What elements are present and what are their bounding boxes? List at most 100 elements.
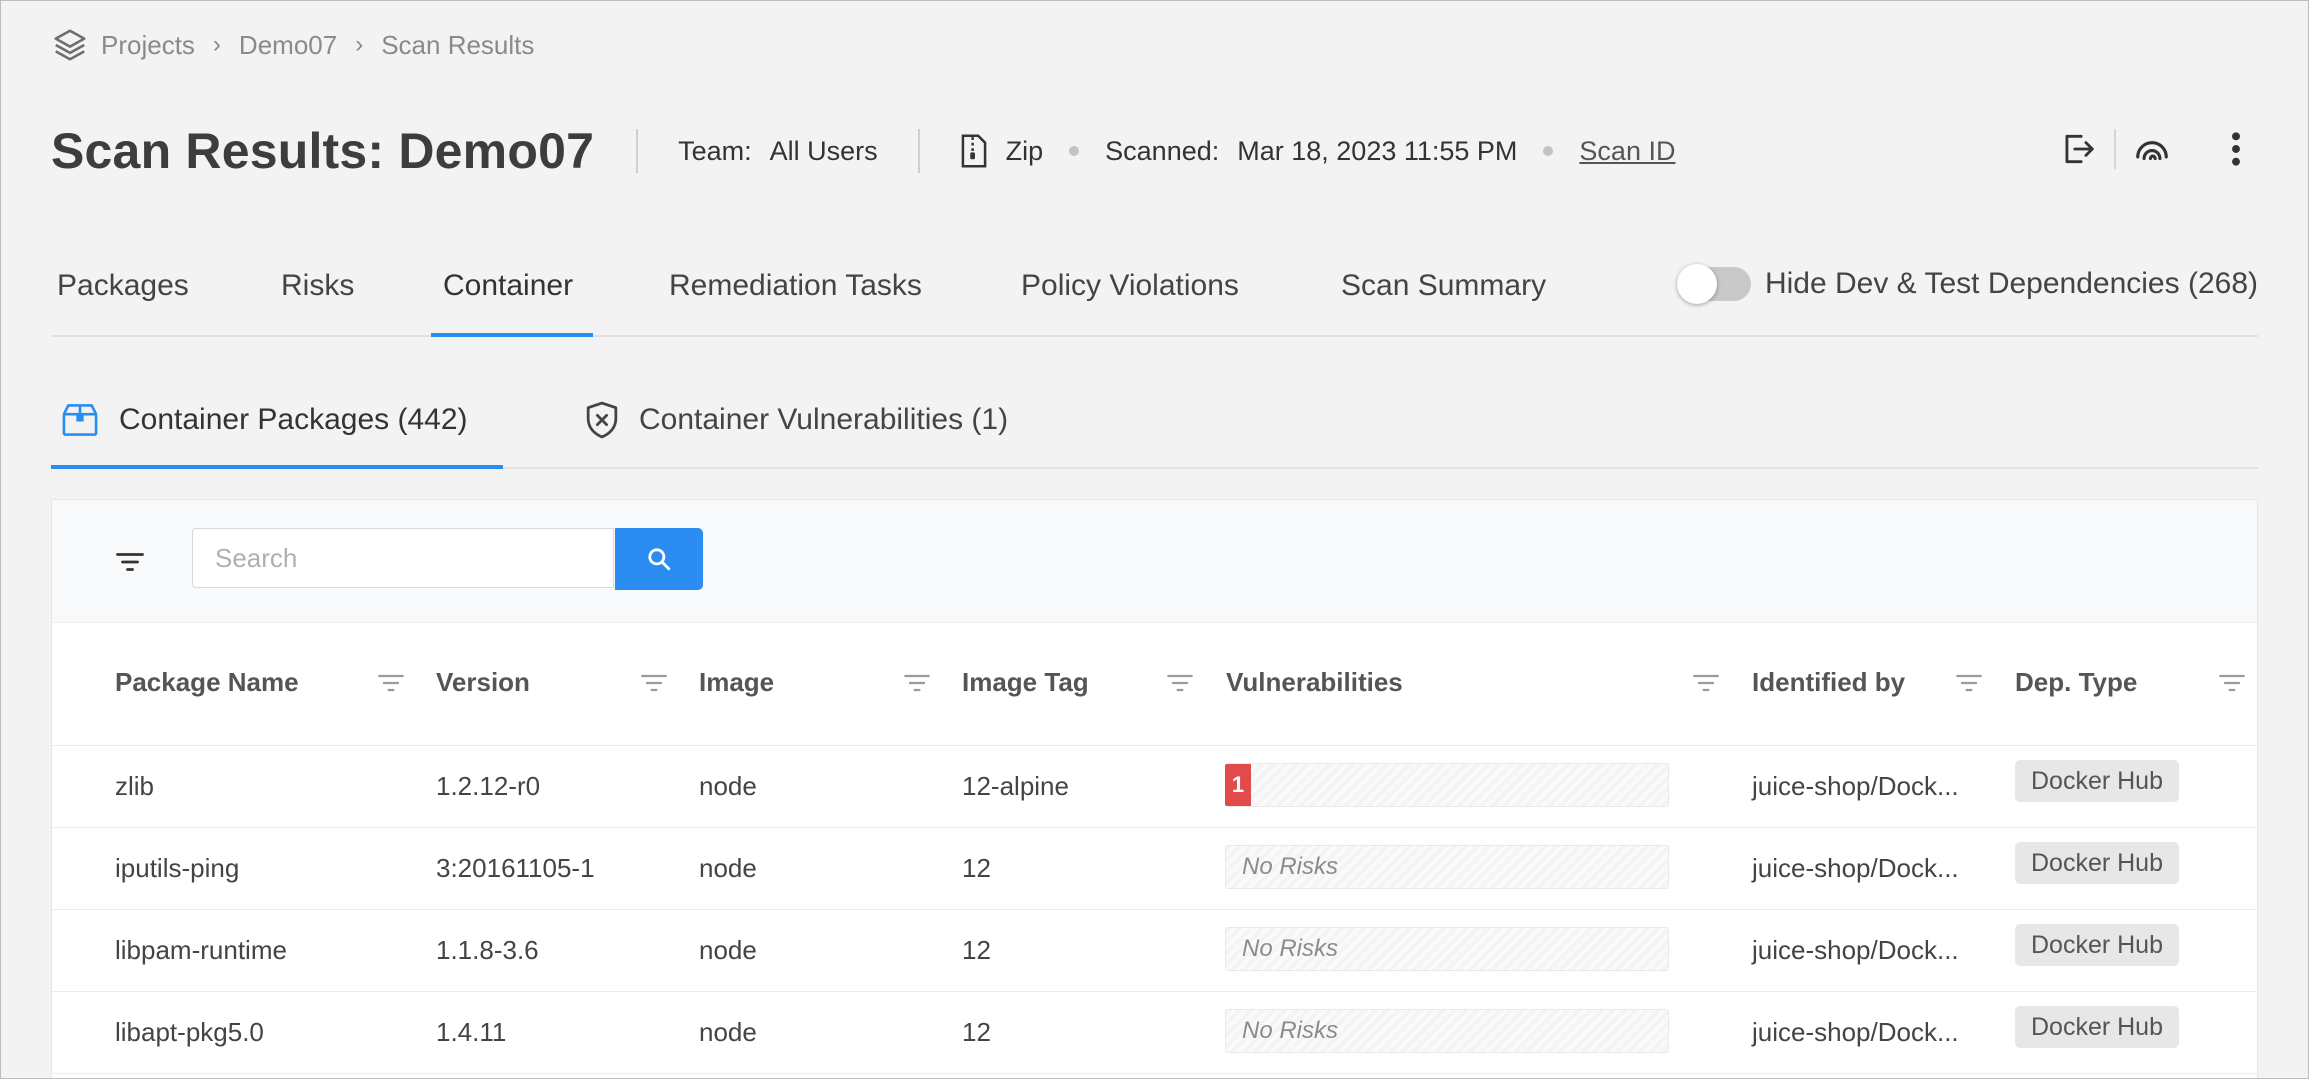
hide-dev-deps-control: Hide Dev & Test Dependencies (268) (1676, 264, 2258, 304)
column-header-identified-by[interactable]: Identified by (1752, 667, 1905, 698)
divider (2114, 129, 2116, 169)
package-name-cell[interactable]: libapt-pkg5.0 (115, 1017, 264, 1048)
critical-count-segment: 1 (1225, 764, 1251, 806)
identified-by-cell: juice-shop/Dock... (1752, 935, 1959, 965)
table-header: Package Name Version Image Image Tag Vul… (52, 623, 2257, 746)
image-cell: node (699, 1017, 757, 1047)
filter-button[interactable] (112, 544, 148, 580)
image-cell: node (699, 935, 757, 965)
team-info: Team: All Users (678, 136, 878, 167)
breadcrumb-current: Scan Results (381, 29, 535, 60)
column-header-package-name[interactable]: Package Name (115, 667, 299, 698)
header-actions (2056, 127, 2258, 171)
identified-by-cell: juice-shop/Dock... (1752, 1017, 1959, 1047)
export-icon (2065, 134, 2094, 164)
column-filter-icon[interactable] (377, 671, 405, 695)
image-tag-cell: 12 (962, 853, 991, 883)
column-filter-icon[interactable] (1166, 671, 1194, 695)
dep-type-badge: Docker Hub (2015, 924, 2179, 966)
shield-x-icon (586, 401, 618, 439)
hide-dev-deps-toggle[interactable] (1676, 264, 1751, 304)
tab-packages[interactable]: Packages (57, 269, 189, 303)
package-name-cell[interactable]: iputils-ping (115, 853, 239, 884)
table-row[interactable]: iputils-ping 3:20161105-1 node 12 No Ris… (52, 828, 2257, 910)
vulnerability-bar[interactable]: No Risks (1225, 927, 1669, 971)
hide-dev-deps-label: Hide Dev & Test Dependencies (268) (1764, 267, 2258, 300)
team-value: All Users (769, 135, 878, 166)
no-risks-label: No Risks (1242, 1017, 1339, 1044)
column-header-image-tag[interactable]: Image Tag (962, 667, 1089, 698)
version-cell: 1.4.11 (436, 1017, 507, 1047)
image-tag-cell: 12 (962, 935, 991, 965)
version-cell: 1.1.8-3.6 (436, 935, 539, 965)
search-button[interactable] (615, 528, 703, 590)
column-header-vulnerabilities[interactable]: Vulnerabilities (1226, 667, 1403, 698)
team-label: Team: (678, 135, 752, 166)
subtab-container-packages-label: Container Packages (442) (119, 403, 468, 436)
search-icon (648, 548, 671, 571)
zip-file-icon (961, 134, 986, 168)
table-row[interactable]: zlib 1.2.12-r0 node 12-alpine 1 juice-sh… (52, 746, 2257, 828)
divider (636, 129, 639, 173)
column-header-image[interactable]: Image (699, 667, 774, 698)
container-subtabs: Container Packages (442) Container Vulne… (51, 385, 2258, 469)
dep-type-badge: Docker Hub (2015, 760, 2179, 802)
image-cell: node (699, 771, 757, 801)
tab-container[interactable]: Container (443, 269, 573, 303)
table-row[interactable]: libapt-pkg5.0 1.4.11 node 12 No Risks ju… (52, 992, 2257, 1074)
breadcrumb-projects[interactable]: Projects (101, 30, 195, 61)
image-tag-cell: 12-alpine (962, 771, 1069, 801)
page-title: Scan Results: Demo07 (51, 123, 595, 179)
column-header-version[interactable]: Version (436, 667, 530, 698)
layers-icon (54, 29, 86, 61)
scan-meta: Zip Scanned: Mar 18, 2023 11:55 PM Scan … (960, 133, 1675, 169)
filter-icon (116, 553, 144, 571)
column-filter-icon[interactable] (1692, 671, 1720, 695)
scan-button[interactable] (2130, 127, 2174, 171)
version-cell: 1.2.12-r0 (436, 771, 541, 801)
more-options-button[interactable] (2214, 127, 2258, 171)
vulnerability-bar[interactable]: 1 (1225, 763, 1669, 807)
no-risks-label: No Risks (1242, 853, 1339, 880)
column-filter-icon[interactable] (2218, 671, 2246, 695)
version-cell: 3:20161105-1 (436, 853, 595, 883)
subtab-container-vulnerabilities[interactable]: Container Vulnerabilities (1) (585, 395, 1008, 445)
dep-type-badge: Docker Hub (2015, 842, 2179, 884)
tab-remediation-tasks[interactable]: Remediation Tasks (669, 269, 922, 303)
tab-risks[interactable]: Risks (281, 269, 354, 303)
package-name-cell[interactable]: zlib (115, 771, 154, 802)
column-filter-icon[interactable] (903, 671, 931, 695)
package-box-icon (62, 404, 98, 436)
breadcrumb-project[interactable]: Demo07 (239, 30, 337, 61)
package-name-cell[interactable]: libpam-runtime (115, 935, 287, 966)
column-header-dep-type[interactable]: Dep. Type (2015, 667, 2137, 698)
source-type: Zip (1005, 135, 1044, 166)
tab-policy-violations[interactable]: Policy Violations (1021, 269, 1239, 303)
fingerprint-icon (2136, 141, 2168, 161)
breadcrumb: Projects › Demo07 › Scan Results (51, 27, 534, 63)
column-filter-icon[interactable] (640, 671, 668, 695)
toggle-knob (1676, 264, 1717, 304)
subtab-container-packages[interactable]: Container Packages (442) (61, 395, 468, 445)
active-tab-indicator (431, 333, 593, 337)
vulnerability-bar[interactable]: No Risks (1225, 1009, 1669, 1053)
no-risks-label: No Risks (1242, 935, 1339, 962)
page-header: Scan Results: Demo07 Team: All Users Zip… (51, 113, 2258, 189)
divider (917, 129, 920, 173)
separator-dot (1543, 146, 1554, 156)
search-input[interactable] (192, 528, 614, 588)
column-filter-icon[interactable] (1955, 671, 1983, 695)
table-row[interactable]: libpam-runtime 1.1.8-3.6 node 12 No Risk… (52, 910, 2257, 992)
export-button[interactable] (2056, 127, 2100, 171)
breadcrumb-separator: › (355, 31, 364, 58)
breadcrumb-separator: › (212, 31, 221, 58)
vulnerability-bar[interactable]: No Risks (1225, 845, 1669, 889)
subtab-container-vulnerabilities-label: Container Vulnerabilities (1) (639, 403, 1009, 436)
scan-id-link[interactable]: Scan ID (1579, 136, 1675, 167)
tab-scan-summary[interactable]: Scan Summary (1341, 269, 1546, 303)
separator-dot (1069, 146, 1080, 156)
identified-by-cell: juice-shop/Dock... (1752, 853, 1959, 883)
active-subtab-indicator (51, 465, 503, 469)
scanned-label: Scanned: (1105, 135, 1220, 166)
image-tag-cell: 12 (962, 1017, 991, 1047)
